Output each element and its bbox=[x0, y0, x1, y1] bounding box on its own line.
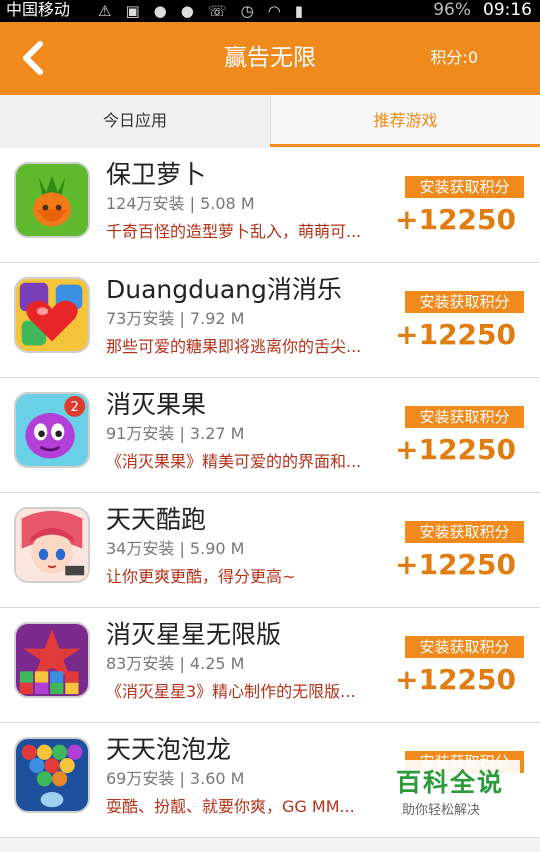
app-install-size: 91万安装 | 3.27 M bbox=[106, 424, 245, 443]
watermark: 百科全说 助你轻松解决 bbox=[380, 760, 520, 830]
list-item[interactable]: Duangduang消消乐 73万安装 | 7.92 M 那些可爱的糖果即将逃离… bbox=[0, 263, 540, 378]
app-install-size: 34万安装 | 5.90 M bbox=[106, 539, 245, 558]
app-name: 天天泡泡龙 bbox=[106, 735, 232, 764]
list-item[interactable]: 保卫萝卜 124万安装 | 5.08 M 千奇百怪的造型萝卜乱入，萌萌可... … bbox=[0, 148, 540, 263]
app-header: 赢告无限 积分:0 bbox=[0, 22, 540, 95]
points-reward: +12250 bbox=[395, 548, 516, 581]
points-reward: +12250 bbox=[395, 203, 516, 236]
svg-text:2: 2 bbox=[71, 400, 79, 415]
wechat-icon: ● bbox=[153, 2, 167, 20]
app-name: Duangduang消消乐 bbox=[106, 275, 342, 304]
clock: 09:16 bbox=[483, 0, 532, 20]
star-blocks-icon bbox=[14, 622, 90, 698]
app-install-size: 124万安装 | 5.08 M bbox=[106, 194, 255, 213]
carrot-game-icon bbox=[14, 162, 90, 238]
app-name: 消灭星星无限版 bbox=[106, 620, 282, 649]
status-bar: 中国移动 ⚠ ▣ ● ● ☏ ◷ ◠ ▮ 96% 09:16 bbox=[0, 0, 540, 22]
call-icon: ☏ bbox=[207, 2, 227, 20]
tab-selected-indicator bbox=[270, 144, 540, 147]
wechat-icon: ● bbox=[180, 2, 194, 20]
bubble-shooter-icon bbox=[14, 737, 90, 813]
app-description: 那些可爱的糖果即将逃离你的舌尖... bbox=[106, 337, 362, 356]
alarm-icon: ◷ bbox=[240, 2, 254, 20]
app-install-size: 69万安装 | 3.60 M bbox=[106, 769, 245, 788]
runner-girl-icon bbox=[14, 507, 90, 583]
app-name: 天天酷跑 bbox=[106, 505, 207, 534]
app-install-size: 83万安装 | 4.25 M bbox=[106, 654, 245, 673]
notification-icons: ⚠ ▣ ● ● ☏ ◷ ◠ ▮ bbox=[98, 2, 303, 20]
app-description: 千奇百怪的造型萝卜乱入，萌萌可... bbox=[106, 222, 362, 241]
app-install-size: 73万安装 | 7.92 M bbox=[106, 309, 245, 328]
points-balance: 积分:0 bbox=[430, 48, 478, 67]
points-reward: +12250 bbox=[395, 318, 516, 351]
points-reward: +12250 bbox=[395, 663, 516, 696]
signal-icon: ▮ bbox=[294, 2, 304, 20]
points-reward: +12250 bbox=[395, 433, 516, 466]
purple-fruit-icon: 2 bbox=[14, 392, 90, 468]
tab-recommended-games[interactable]: 推荐游戏 bbox=[270, 95, 540, 147]
app-description: 《消灭果果》精美可爱的的界面和... bbox=[106, 452, 362, 471]
app-name: 保卫萝卜 bbox=[106, 160, 207, 189]
list-item[interactable]: 2 消灭果果 91万安装 | 3.27 M 《消灭果果》精美可爱的的界面和...… bbox=[0, 378, 540, 493]
list-item[interactable]: 消灭星星无限版 83万安装 | 4.25 M 《消灭星星3》精心制作的无限版..… bbox=[0, 608, 540, 723]
install-for-points-button[interactable]: 安装获取积分 bbox=[405, 176, 524, 198]
tab-bar: 今日应用 推荐游戏 bbox=[0, 95, 540, 147]
app-description: 《消灭星星3》精心制作的无限版... bbox=[106, 682, 356, 701]
warning-icon: ⚠ bbox=[98, 2, 112, 20]
watermark-title: 百科全说 bbox=[396, 768, 505, 797]
install-for-points-button[interactable]: 安装获取积分 bbox=[405, 636, 524, 658]
wifi-icon: ◠ bbox=[267, 2, 281, 20]
app-list: 保卫萝卜 124万安装 | 5.08 M 千奇百怪的造型萝卜乱入，萌萌可... … bbox=[0, 148, 540, 838]
battery-label: 96% bbox=[433, 0, 471, 20]
watermark-subtitle: 助你轻松解决 bbox=[402, 803, 481, 818]
app-description: 耍酷、扮靓、就要你爽，GG MM... bbox=[106, 797, 355, 816]
install-for-points-button[interactable]: 安装获取积分 bbox=[405, 406, 524, 428]
tab-today-apps[interactable]: 今日应用 bbox=[0, 95, 270, 147]
app-description: 让你更爽更酷，得分更高~ bbox=[106, 567, 296, 586]
install-for-points-button[interactable]: 安装获取积分 bbox=[405, 521, 524, 543]
app-name: 消灭果果 bbox=[106, 390, 207, 419]
carrier-label: 中国移动 bbox=[6, 0, 71, 19]
image-icon: ▣ bbox=[125, 2, 140, 20]
candy-heart-icon bbox=[14, 277, 90, 353]
list-item[interactable]: 天天酷跑 34万安装 | 5.90 M 让你更爽更酷，得分更高~ 安装获取积分 … bbox=[0, 493, 540, 608]
install-for-points-button[interactable]: 安装获取积分 bbox=[405, 291, 524, 313]
